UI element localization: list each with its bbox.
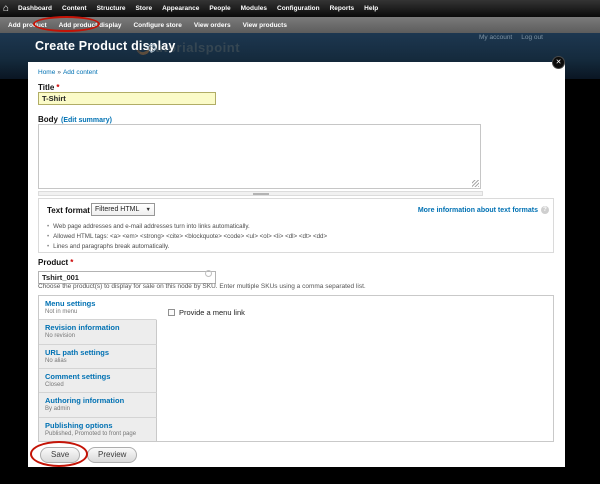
tab-summary: No alias	[45, 357, 67, 364]
preview-button[interactable]: Preview	[87, 447, 138, 463]
home-icon[interactable]: ⌂	[3, 3, 9, 14]
edit-summary-link[interactable]: (Edit summary)	[61, 117, 112, 124]
tab-summary: By admin	[45, 406, 71, 413]
toolbar-item-reports[interactable]: Reports	[325, 5, 360, 12]
screen: ⌂ Dashboard Content Structure Store Appe…	[0, 0, 600, 484]
shortcut-view-products[interactable]: View products	[237, 22, 293, 29]
toolbar-item-help[interactable]: Help	[359, 5, 383, 12]
shortcut-configure-store[interactable]: Configure store	[127, 22, 187, 29]
autocomplete-throbber-icon	[205, 270, 212, 277]
text-format-fieldset: Text format Filtered HTML ▼ More informa…	[38, 198, 554, 253]
shortcut-view-orders[interactable]: View orders	[188, 22, 237, 29]
tab-summary: Not in menu	[45, 309, 78, 315]
provide-menu-link-checkbox[interactable]	[168, 309, 175, 316]
text-format-label: Text format	[47, 206, 90, 215]
close-icon[interactable]: ✕	[552, 56, 565, 69]
tab-menu-settings[interactable]: Menu settings Not in menu	[39, 296, 157, 321]
filter-hint: Web page addresses and e-mail addresses …	[47, 222, 327, 232]
toolbar-item-appearance[interactable]: Appearance	[157, 5, 204, 12]
tab-summary: Published, Promoted to front page	[45, 430, 137, 437]
body-label-text: Body	[38, 115, 58, 124]
text-format-select[interactable]: Filtered HTML ▼	[91, 203, 155, 216]
tab-summary: Closed	[45, 381, 64, 388]
shortcut-bar: Add product Add product display Configur…	[0, 17, 600, 33]
text-format-selected-value: Filtered HTML	[95, 206, 140, 213]
body-field-label: Body (Edit summary)	[38, 115, 112, 124]
account-links: My account Log out	[479, 34, 543, 41]
create-product-display-form: ✕ Home»Add content Title* Body(Edit summ…	[28, 56, 565, 467]
tab-label: Authoring information	[45, 396, 125, 406]
vertical-tabs-fieldset: Menu settings Not in menu Revision infor…	[38, 295, 554, 442]
title-field-label: Title *	[38, 83, 59, 92]
log-out-link[interactable]: Log out	[521, 34, 543, 41]
tab-url-path-settings[interactable]: URL path settings No alias	[39, 344, 157, 369]
toolbar-item-content[interactable]: Content	[57, 5, 92, 12]
provide-menu-link-label: Provide a menu link	[179, 308, 245, 317]
filter-hint: Lines and paragraphs break automatically…	[47, 242, 327, 252]
tab-summary: No revision	[45, 333, 76, 340]
vertical-tabs-column: Menu settings Not in menu Revision infor…	[39, 296, 157, 441]
my-account-link[interactable]: My account	[479, 34, 512, 41]
filter-hints-list: Web page addresses and e-mail addresses …	[47, 222, 327, 252]
tab-publishing-options[interactable]: Publishing options Published, Promoted t…	[39, 417, 157, 441]
breadcrumb-separator: »	[57, 69, 61, 76]
product-label-text: Product	[38, 258, 69, 267]
toolbar-item-modules[interactable]: Modules	[236, 5, 272, 12]
toolbar-item-dashboard[interactable]: Dashboard	[13, 5, 57, 12]
breadcrumb-add-content-link[interactable]: Add content	[63, 69, 98, 76]
product-field-label: Product *	[38, 258, 73, 267]
breadcrumb-home-link[interactable]: Home	[38, 69, 55, 76]
toolbar-item-configuration[interactable]: Configuration	[272, 5, 325, 12]
required-marker: *	[56, 83, 60, 92]
admin-toolbar: ⌂ Dashboard Content Structure Store Appe…	[0, 0, 600, 17]
title-input[interactable]	[38, 92, 216, 105]
textarea-grippie-handle[interactable]	[38, 191, 483, 196]
product-input-wrap	[38, 267, 216, 284]
tab-label: Menu settings	[45, 299, 96, 308]
tab-revision-information[interactable]: Revision information No revision	[39, 320, 157, 345]
shortcut-add-product-display[interactable]: Add product display	[53, 22, 128, 29]
tab-label: Comment settings	[45, 371, 111, 381]
title-label-text: Title	[38, 83, 55, 92]
filter-hint: Allowed HTML tags: <a> <em> <strong> <ci…	[47, 232, 327, 242]
dropdown-arrow-icon: ▼	[145, 207, 151, 213]
tab-comment-settings[interactable]: Comment settings Closed	[39, 368, 157, 394]
more-info-link[interactable]: More information about text formats	[418, 207, 538, 214]
tab-label: Publishing options	[45, 420, 113, 430]
shortcut-add-product[interactable]: Add product	[2, 22, 53, 29]
tab-authoring-information[interactable]: Authoring information By admin	[39, 393, 157, 418]
save-button[interactable]: Save	[40, 447, 81, 463]
help-icon[interactable]: ?	[541, 206, 549, 214]
toolbar-item-store[interactable]: Store	[130, 5, 157, 12]
body-textarea[interactable]	[38, 124, 481, 189]
resize-grip-icon[interactable]	[472, 180, 479, 187]
circle-dash-icon[interactable]: −	[148, 44, 156, 52]
product-field-description: Choose the product(s) to display for sal…	[38, 283, 366, 290]
breadcrumb: Home» Add content	[38, 69, 98, 76]
tab-label: Revision information	[45, 323, 120, 333]
tab-label: URL path settings	[45, 347, 110, 357]
toolbar-item-people[interactable]: People	[204, 5, 235, 12]
required-marker: *	[70, 258, 74, 267]
toolbar-item-structure[interactable]: Structure	[92, 5, 131, 12]
